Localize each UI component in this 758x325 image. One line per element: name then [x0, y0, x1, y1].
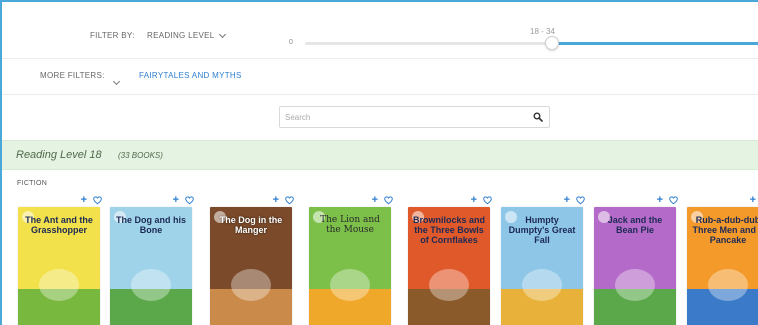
book-title: Brownilocks and the Three Bowls of Cornf… — [412, 215, 485, 245]
add-book-button[interactable]: + — [471, 195, 477, 206]
slider-min-label: 0 — [289, 39, 293, 46]
chevron-down-icon — [112, 77, 121, 86]
heart-icon[interactable] — [576, 195, 585, 205]
slider-range-label: 18 - 34 — [530, 27, 555, 36]
search-input[interactable] — [280, 107, 520, 128]
book-card: + The Lion and the Mouse — [309, 195, 399, 325]
book-count: (33 BOOKS) — [118, 151, 163, 160]
chevron-down-icon — [219, 30, 227, 38]
book-title: Rub-a-dub-dub Three Men and a Pancake — [692, 215, 758, 245]
book-card: + The Ant and the Grasshopper — [18, 195, 108, 325]
book-title: The Dog and his Bone — [115, 215, 186, 235]
search-icon[interactable] — [533, 112, 543, 122]
book-title: Humpty Dumpty's Great Fall — [508, 215, 576, 245]
book-card: + The Dog and his Bone — [110, 195, 200, 325]
more-filters-row: MORE FILTERS: FAIRYTALES AND MYTHS — [2, 59, 758, 95]
reading-level-dropdown-label: READING LEVEL — [147, 31, 215, 40]
book-cover[interactable]: The Dog and his Bone — [110, 207, 192, 325]
add-book-button[interactable]: + — [750, 195, 756, 206]
add-book-button[interactable]: + — [564, 195, 570, 206]
section-label-fiction: FICTION — [17, 180, 48, 187]
filter-row: FILTER BY: READING LEVEL 0 18 - 34 — [2, 2, 758, 59]
fairytales-and-myths-filter[interactable]: FAIRYTALES AND MYTHS — [139, 71, 242, 80]
reading-level-slider-handle[interactable] — [545, 36, 559, 50]
book-card: + Rub-a-dub-dub Three Men and a Pancake — [687, 195, 758, 325]
reading-level-header: Reading Level 18 (33 BOOKS) — [2, 140, 758, 170]
book-actions: + — [471, 195, 492, 206]
book-actions: + — [657, 195, 678, 206]
book-cover[interactable]: The Ant and the Grasshopper — [18, 207, 100, 325]
book-actions: + — [750, 195, 758, 206]
heart-icon[interactable] — [483, 195, 492, 205]
book-cover[interactable]: The Dog in the Manger — [210, 207, 292, 325]
reading-level-slider-fill — [552, 42, 758, 45]
add-book-button[interactable]: + — [81, 195, 87, 206]
book-card: + Brownilocks and the Three Bowls of Corn… — [408, 195, 498, 325]
add-book-button[interactable]: + — [173, 195, 179, 206]
heart-icon[interactable] — [669, 195, 678, 205]
book-title: The Lion and the Mouse — [320, 215, 380, 235]
more-filters-label: MORE FILTERS: — [40, 71, 105, 80]
heart-icon[interactable] — [93, 195, 102, 205]
add-book-button[interactable]: + — [657, 195, 663, 206]
book-actions: + — [372, 195, 393, 206]
book-cover[interactable]: Brownilocks and the Three Bowls of Cornf… — [408, 207, 490, 325]
heart-icon[interactable] — [384, 195, 393, 205]
book-card: + Jack and the Bean Pie — [594, 195, 684, 325]
book-cover[interactable]: Humpty Dumpty's Great Fall — [501, 207, 583, 325]
book-title: Jack and the Bean Pie — [607, 215, 663, 235]
add-book-button[interactable]: + — [372, 195, 378, 206]
book-actions: + — [273, 195, 294, 206]
app-frame: FILTER BY: READING LEVEL 0 18 - 34 MORE … — [0, 0, 758, 325]
more-filters-toggle[interactable] — [112, 71, 121, 89]
book-cover[interactable]: Jack and the Bean Pie — [594, 207, 676, 325]
book-card: + Humpty Dumpty's Great Fall — [501, 195, 591, 325]
filter-by-label: FILTER BY: — [90, 31, 135, 40]
book-cover[interactable]: The Lion and the Mouse — [309, 207, 391, 325]
book-actions: + — [81, 195, 102, 206]
search-box — [279, 106, 550, 128]
book-title: The Dog in the Manger — [219, 215, 283, 235]
heart-icon[interactable] — [185, 195, 194, 205]
book-title: The Ant and the Grasshopper — [25, 215, 93, 235]
heart-icon[interactable] — [285, 195, 294, 205]
reading-level-title: Reading Level 18 — [16, 149, 102, 161]
book-cover[interactable]: Rub-a-dub-dub Three Men and a Pancake — [687, 207, 758, 325]
reading-level-dropdown[interactable]: READING LEVEL — [147, 30, 227, 40]
add-book-button[interactable]: + — [273, 195, 279, 206]
book-actions: + — [173, 195, 194, 206]
book-card: + The Dog in the Manger — [210, 195, 300, 325]
book-actions: + — [564, 195, 585, 206]
